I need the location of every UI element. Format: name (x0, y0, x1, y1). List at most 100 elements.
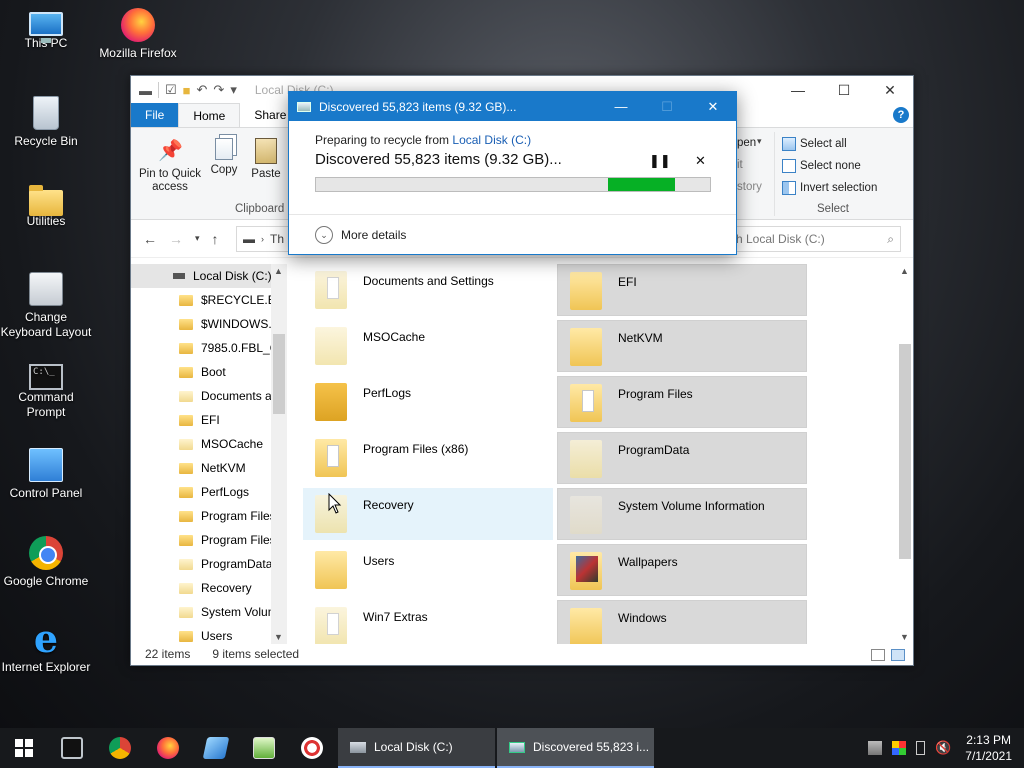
select-none-button[interactable]: Select none (782, 159, 861, 173)
tree-item[interactable]: MSOCache (131, 432, 287, 456)
folder-icon (29, 185, 63, 216)
tab-file[interactable]: File (131, 103, 179, 127)
close-button[interactable]: ✕ (867, 76, 913, 104)
folder-icon (179, 630, 193, 642)
taskbar-win7-app[interactable] (192, 728, 240, 768)
pin-to-quick-access-button[interactable]: 📌 Pin to Quick access (137, 138, 203, 194)
open-dropdown-icon[interactable]: ▾ (757, 136, 762, 147)
taskbar-task-recycle-progress[interactable]: Discovered 55,823 i... (497, 728, 654, 768)
tree-item[interactable]: NetKVM (131, 456, 287, 480)
tab-home[interactable]: Home (178, 103, 241, 127)
file-tile[interactable]: PerfLogs (303, 376, 553, 428)
file-tile[interactable]: ProgramData (557, 432, 807, 484)
tree-item[interactable]: PerfLogs (131, 480, 287, 504)
scrollbar-thumb[interactable] (899, 344, 911, 559)
file-tile[interactable]: Windows (557, 600, 807, 644)
help-icon[interactable]: ? (893, 107, 909, 123)
usb-device-icon[interactable] (916, 741, 926, 755)
tree-item[interactable]: 7985.0.FBL_GE (131, 336, 287, 360)
desktop-icon-utilities[interactable]: Utilities (0, 184, 92, 229)
scrollbar-thumb[interactable] (273, 334, 285, 414)
scroll-down-icon[interactable]: ▼ (274, 632, 283, 642)
scroll-up-icon[interactable]: ▲ (274, 266, 283, 276)
new-folder-icon[interactable]: ■ (183, 83, 191, 98)
taskbar-task-explorer[interactable]: Local Disk (C:) (338, 728, 495, 768)
desktop-icon-internet-explorer[interactable]: e Internet Explorer (0, 620, 92, 675)
taskbar-notepad[interactable] (240, 728, 288, 768)
desktop-icon-keyboard-layout[interactable]: Change Keyboard Layout (0, 272, 92, 340)
color-profile-icon[interactable] (892, 741, 907, 755)
source-location-link[interactable]: Local Disk (C:) (452, 133, 531, 147)
open-button[interactable]: pen (737, 137, 756, 149)
network-icon[interactable] (868, 741, 883, 755)
dialog-minimize-button[interactable]: — (598, 92, 644, 121)
dialog-close-button[interactable]: ✕ (690, 92, 736, 121)
desktop-icon-recycle-bin[interactable]: Recycle Bin (0, 96, 92, 149)
dialog-titlebar[interactable]: Discovered 55,823 items (9.32 GB)... — ☐… (289, 92, 736, 121)
details-view-icon[interactable] (871, 649, 885, 661)
dialog-maximize-button[interactable]: ☐ (644, 92, 690, 121)
desktop-icon-chrome[interactable]: Google Chrome (0, 536, 92, 589)
desktop-icon-firefox[interactable]: Mozilla Firefox (92, 8, 184, 61)
tree-item[interactable]: Users (131, 624, 287, 644)
desktop-icon-control-panel[interactable]: Control Panel (0, 448, 92, 501)
tree-item[interactable]: EFI (131, 408, 287, 432)
back-arrow-icon[interactable]: ← (143, 231, 157, 247)
invert-selection-button[interactable]: Invert selection (782, 181, 877, 195)
scroll-up-icon[interactable]: ▲ (900, 266, 909, 276)
cancel-button[interactable]: ✕ (695, 153, 706, 169)
tree-item[interactable]: $RECYCLE.BIN (131, 288, 287, 312)
file-tile[interactable]: System Volume Information (557, 488, 807, 540)
file-tile[interactable]: EFI (557, 264, 807, 316)
start-button[interactable] (0, 728, 48, 768)
file-tile[interactable]: NetKVM (557, 320, 807, 372)
scroll-down-icon[interactable]: ▼ (900, 632, 909, 642)
desktop-icon-command-prompt[interactable]: C:\_ Command Prompt (0, 360, 92, 420)
up-arrow-icon[interactable]: ↑ (212, 231, 219, 247)
maximize-button[interactable]: ☐ (821, 76, 867, 104)
tree-item-label: Recovery (201, 581, 252, 595)
taskbar-snipping-tool[interactable] (288, 728, 336, 768)
file-tile[interactable]: Users (303, 544, 553, 596)
select-all-button[interactable]: Select all (782, 137, 847, 151)
tree-item-local-disk[interactable]: Local Disk (C:) (131, 264, 287, 288)
more-details-toggle[interactable]: ⌄ More details (289, 214, 736, 255)
paste-button[interactable]: Paste (249, 138, 283, 181)
history-button[interactable]: story (737, 181, 762, 193)
file-tile[interactable]: Wallpapers (557, 544, 807, 596)
tree-item[interactable]: Program Files (x86) (131, 528, 287, 552)
file-tile[interactable]: Win7 Extras (303, 600, 553, 644)
tree-item[interactable]: Recovery (131, 576, 287, 600)
clock[interactable]: 2:13 PM 7/1/2021 (965, 732, 1012, 764)
copy-button[interactable]: Copy (207, 138, 241, 177)
tree-item[interactable]: System Volume Information (131, 600, 287, 624)
tree-item[interactable]: $WINDOWS.~BT (131, 312, 287, 336)
address-bar[interactable]: ▬ › Th (236, 226, 296, 252)
taskbar-firefox[interactable] (144, 728, 192, 768)
tiles-view-icon[interactable] (891, 649, 905, 661)
volume-muted-icon[interactable]: 🔇 (935, 741, 951, 755)
file-tile[interactable]: MSOCache (303, 320, 553, 372)
minimize-button[interactable]: — (775, 76, 821, 104)
taskbar-chrome[interactable] (96, 728, 144, 768)
file-tile[interactable]: Program Files (557, 376, 807, 428)
edit-button[interactable]: it (737, 159, 743, 171)
undo-icon[interactable]: ↶ (197, 82, 208, 98)
file-list-scrollbar[interactable]: ▲ ▼ (897, 264, 913, 644)
tree-item[interactable]: Program Files (131, 504, 287, 528)
tree-item[interactable]: Documents and Settings (131, 384, 287, 408)
pause-button[interactable]: ❚❚ (649, 153, 671, 169)
tree-item[interactable]: ProgramData (131, 552, 287, 576)
tree-scrollbar[interactable]: ▲ ▼ (271, 264, 287, 644)
taskbar-command-prompt[interactable] (48, 728, 96, 768)
properties-icon[interactable]: ☑ (165, 82, 177, 98)
redo-icon[interactable]: ↷ (213, 82, 224, 98)
forward-arrow-icon[interactable]: → (169, 231, 183, 247)
file-tile[interactable]: Program Files (x86) (303, 432, 553, 484)
file-tile[interactable]: Documents and Settings (303, 264, 553, 316)
tree-item[interactable]: Boot (131, 360, 287, 384)
search-box[interactable]: h Local Disk (C:) ⌕ (723, 226, 901, 252)
customize-toolbar-icon[interactable]: ▾ (230, 82, 237, 98)
desktop-icon-this-pc[interactable]: This PC (0, 8, 92, 51)
recent-locations-icon[interactable]: ▾ (195, 233, 200, 244)
